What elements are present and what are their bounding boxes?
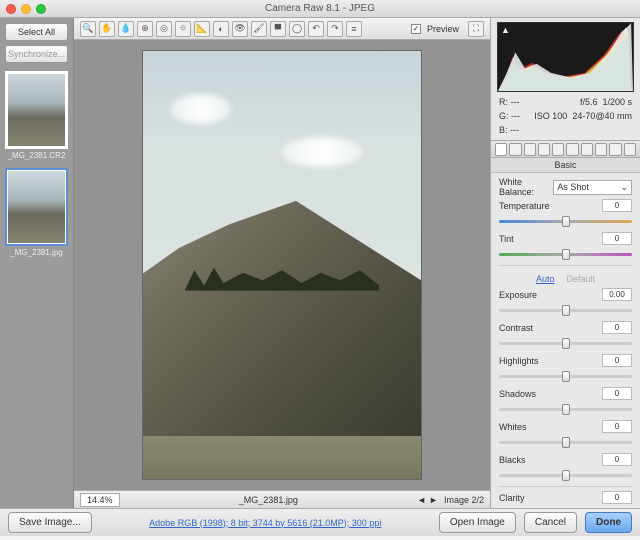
tab-fx[interactable] [581,143,593,156]
done-button[interactable]: Done [585,512,632,533]
titlebar: Camera Raw 8.1 - JPEG [0,0,640,18]
shadows-label: Shadows [499,389,602,399]
exposure-label: Exposure [499,290,602,300]
adjustments-panel: ▲ ▲ R: --- f/5.6 1/200 s G: --- ISO 100 … [490,18,640,508]
redeye-tool-icon[interactable]: 👁 [232,21,248,37]
whites-value[interactable]: 0 [602,420,632,433]
prefs-icon[interactable]: ≡ [346,21,362,37]
zoom-level[interactable]: 14.4% [80,493,120,507]
tint-slider[interactable] [499,247,632,261]
contrast-label: Contrast [499,323,602,333]
highlights-value[interactable]: 0 [602,354,632,367]
spot-removal-icon[interactable]: ◐ [213,21,229,37]
exposure-value[interactable]: 0.00 [602,288,632,301]
tab-cal[interactable] [595,143,607,156]
thumbnail[interactable] [5,168,68,246]
nav-prev-icon[interactable]: ◄ [417,495,426,505]
blacks-label: Blacks [499,455,602,465]
highlights-label: Highlights [499,356,602,366]
shadows-slider[interactable] [499,402,632,416]
tab-presets[interactable] [609,143,621,156]
auto-link[interactable]: Auto [536,274,555,284]
temperature-slider[interactable] [499,214,632,228]
clarity-label: Clarity [499,493,602,503]
shadows-value[interactable]: 0 [602,387,632,400]
contrast-slider[interactable] [499,336,632,350]
save-image-button[interactable]: Save Image... [8,512,92,533]
histogram[interactable]: ▲ ▲ [497,22,634,92]
thumbnail-image [8,171,65,243]
wb-eyedropper-icon[interactable]: 💧 [118,21,134,37]
exposure-slider[interactable] [499,303,632,317]
tab-split[interactable] [552,143,564,156]
filmstrip-sidebar: Select All Synchronize... _MG_2381.CR2 _… [0,18,74,508]
camera-meta: R: --- f/5.6 1/200 s [491,95,640,109]
blacks-value[interactable]: 0 [602,453,632,466]
preview-area: 🔍 ✋ 💧 ⊕ ◎ ⯐ 📐 ◐ 👁 🖌 ▀ ◯ ↶ ↷ ≡ ✓ Preview … [74,18,490,508]
nav-next-icon[interactable]: ► [429,495,438,505]
canvas[interactable] [74,40,490,490]
hand-tool-icon[interactable]: ✋ [99,21,115,37]
preview-checkbox[interactable]: ✓ [411,24,421,34]
thumbnail-label: _MG_2381.CR2 [5,151,68,160]
tint-label: Tint [499,234,602,244]
tab-basic[interactable] [495,143,507,156]
rotate-ccw-icon[interactable]: ↶ [308,21,324,37]
status-filename: _MG_2381.jpg [120,495,418,505]
thumbnail[interactable] [5,71,68,149]
wb-select[interactable]: As Shot⌄ [553,180,632,195]
camera-meta: B: --- [491,123,640,137]
tab-lens[interactable] [566,143,578,156]
straighten-tool-icon[interactable]: 📐 [194,21,210,37]
fullscreen-icon[interactable]: ⛶ [468,21,484,37]
synchronize-button[interactable]: Synchronize... [5,45,68,63]
panel-tabs [491,140,640,158]
zoom-tool-icon[interactable]: 🔍 [80,21,96,37]
highlights-slider[interactable] [499,369,632,383]
blacks-slider[interactable] [499,468,632,482]
radial-filter-icon[interactable]: ◯ [289,21,305,37]
tab-snapshots[interactable] [624,143,636,156]
preview-label: Preview [427,24,459,34]
default-link[interactable]: Default [566,274,595,284]
window-title: Camera Raw 8.1 - JPEG [0,3,640,14]
open-image-button[interactable]: Open Image [439,512,516,533]
workflow-link[interactable]: Adobe RGB (1998); 8 bit; 3744 by 5616 (2… [149,518,381,528]
temperature-label: Temperature [499,201,602,211]
clarity-slider[interactable] [499,506,632,508]
tint-value[interactable]: 0 [602,232,632,245]
thumbnail-label: _MG_2381.jpg [5,248,68,257]
status-bar: 14.4% _MG_2381.jpg ◄ ► Image 2/2 [74,490,490,508]
select-all-button[interactable]: Select All [5,23,68,41]
color-sampler-icon[interactable]: ⊕ [137,21,153,37]
crop-tool-icon[interactable]: ⯐ [175,21,191,37]
grad-filter-icon[interactable]: ▀ [270,21,286,37]
camera-meta: G: --- ISO 100 24-70@40 mm [491,109,640,123]
tab-hsl[interactable] [538,143,550,156]
tab-curve[interactable] [509,143,521,156]
tab-detail[interactable] [524,143,536,156]
contrast-value[interactable]: 0 [602,321,632,334]
rotate-cw-icon[interactable]: ↷ [327,21,343,37]
image-counter: Image 2/2 [444,495,484,505]
target-adjust-icon[interactable]: ◎ [156,21,172,37]
chevron-down-icon: ⌄ [620,182,628,193]
whites-slider[interactable] [499,435,632,449]
photo-preview [142,50,422,480]
footer: Save Image... Adobe RGB (1998); 8 bit; 3… [0,508,640,536]
thumbnail-image [8,74,65,146]
cancel-button[interactable]: Cancel [524,512,577,533]
brush-tool-icon[interactable]: 🖌 [251,21,267,37]
whites-label: Whites [499,422,602,432]
wb-label: White Balance: [499,177,553,197]
clarity-value[interactable]: 0 [602,491,632,504]
panel-title: Basic [491,158,640,173]
toolbar: 🔍 ✋ 💧 ⊕ ◎ ⯐ 📐 ◐ 👁 🖌 ▀ ◯ ↶ ↷ ≡ ✓ Preview … [74,18,490,40]
temperature-value[interactable]: 0 [602,199,632,212]
